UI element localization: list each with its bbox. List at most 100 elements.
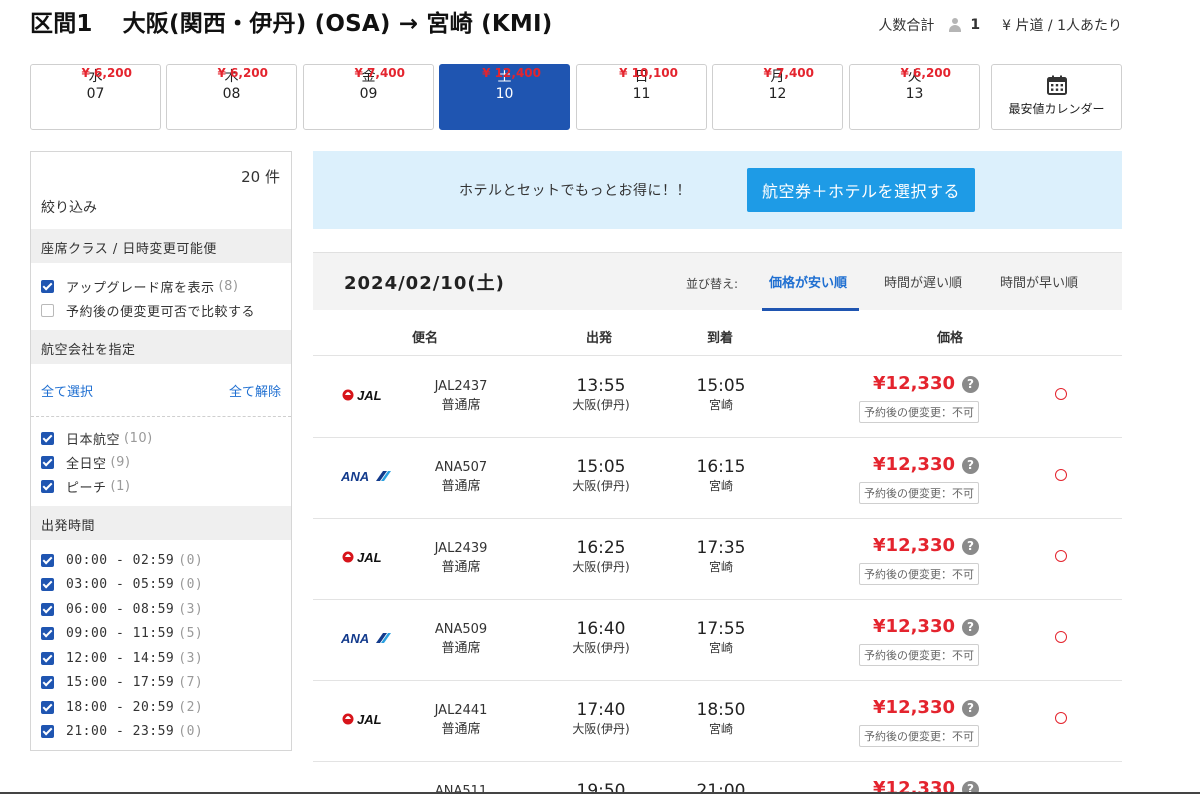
date-tab-price: ¥ 6,200: [81, 66, 132, 80]
checkbox-checked-icon: [41, 725, 54, 738]
checkbox-count: (9): [110, 455, 131, 470]
flight-hotel-button[interactable]: 航空券＋ホテルを選択する: [747, 168, 975, 212]
departure-airport: 大阪(伊丹): [572, 641, 630, 655]
departure-time: 13:55: [576, 376, 626, 396]
flight-row[interactable]: JAL JAL2437 普通席 13:55 大阪(伊丹) 15:05 宮崎 ¥1…: [313, 357, 1122, 438]
checkbox-count: (10): [124, 431, 153, 446]
checkbox-label: 00:00 - 02:59: [66, 553, 175, 568]
time-checkbox-1500[interactable]: 15:00 - 17:59 (7): [41, 675, 203, 690]
cheapest-calendar-button[interactable]: 最安値カレンダー: [991, 64, 1122, 130]
departure-time-section: 出発時間: [31, 506, 291, 540]
route-title: 区間1 大阪(関西・伊丹) (OSA) → 宮崎 (KMI): [30, 4, 552, 38]
change-policy-badge: 予約後の便変更：不可: [859, 563, 979, 585]
arrival-cell: 17:35 宮崎: [673, 537, 769, 575]
flight-row[interactable]: ANA511 19:50 21:00 ¥12,330 ?: [313, 762, 1122, 792]
departure-cell: 16:40 大阪(伊丹): [553, 618, 649, 656]
flight-number-cell: ANA511: [413, 782, 509, 792]
change-policy-badge: 予約後の便変更：不可: [859, 644, 979, 666]
flight-row[interactable]: JAL JAL2439 普通席 16:25 大阪(伊丹) 17:35 宮崎 ¥1…: [313, 519, 1122, 600]
sort-latest-tab[interactable]: 時間が遅い順: [884, 272, 962, 291]
select-all-link[interactable]: 全て選択: [41, 381, 93, 400]
route-arrow: →: [398, 11, 419, 37]
checkbox-unchecked-icon: [41, 304, 54, 317]
flight-number-cell: JAL2441 普通席: [413, 701, 509, 739]
date-tab-price: ¥ 7,400: [763, 66, 814, 80]
airline-checkbox-jal[interactable]: 日本航空 (10): [41, 429, 153, 448]
svg-text:JAL: JAL: [357, 550, 382, 565]
date-tab-11[interactable]: 日 11 ¥ 10,100: [576, 64, 707, 130]
origin: 大阪(関西・伊丹) (OSA): [122, 11, 391, 37]
date-tab-day: 09: [359, 86, 378, 102]
date-tab-08[interactable]: 木 08 ¥ 6,200: [166, 64, 297, 130]
date-tab-price: ¥ 10,100: [619, 66, 678, 80]
date-tab-07[interactable]: 水 07 ¥ 6,200: [30, 64, 161, 130]
time-checkbox-0300[interactable]: 03:00 - 05:59 (0): [41, 577, 203, 592]
calendar-icon: [1046, 75, 1067, 95]
checkbox-count: (2): [178, 700, 204, 715]
result-date: 2024/02/10(土): [344, 273, 505, 294]
help-icon[interactable]: ?: [962, 457, 979, 474]
checkbox-label: 21:00 - 23:59: [66, 724, 175, 739]
airline-checkbox-peach[interactable]: ピーチ (1): [41, 477, 130, 496]
departure-airport: 大阪(伊丹): [572, 479, 630, 493]
date-tab-day: 10: [495, 86, 514, 102]
checkbox-checked-icon: [41, 627, 54, 640]
change-policy-badge: 予約後の便変更：不可: [859, 482, 979, 504]
seat-class: 普通席: [441, 479, 481, 494]
time-checkbox-0900[interactable]: 09:00 - 11:59 (5): [41, 626, 203, 641]
fare-price: ¥12,330: [873, 535, 955, 556]
date-tab-09[interactable]: 金 09 ¥ 7,400: [303, 64, 434, 130]
divider: [31, 416, 291, 417]
date-tab-10[interactable]: 土 10 ¥ 12,400: [439, 64, 570, 130]
help-icon[interactable]: ?: [962, 619, 979, 636]
airline-section: 航空会社を指定: [31, 330, 291, 364]
departure-time: 15:05: [576, 457, 626, 477]
deselect-all-link[interactable]: 全て解除: [229, 381, 281, 400]
pax-count: 1: [970, 17, 981, 33]
upgrade-seat-checkbox[interactable]: アップグレード席を表示 (8): [41, 277, 238, 296]
fare-price: ¥12,330: [873, 373, 955, 394]
compare-change-checkbox[interactable]: 予約後の便変更可否で比較する: [41, 301, 255, 320]
airline-checkbox-ana[interactable]: 全日空 (9): [41, 453, 130, 472]
departure-time: 17:40: [576, 700, 626, 720]
help-icon[interactable]: ?: [962, 376, 979, 393]
jal-logo-icon: JAL: [342, 388, 382, 403]
checkbox-count: (0): [178, 553, 204, 568]
time-checkbox-0000[interactable]: 00:00 - 02:59 (0): [41, 553, 203, 568]
time-checkbox-0600[interactable]: 06:00 - 08:59 (3): [41, 602, 203, 617]
seat-class-section: 座席クラス / 日時変更可能便: [31, 229, 291, 263]
flight-number: JAL2441: [434, 703, 488, 718]
flight-row[interactable]: ANA ANA509 普通席 16:40 大阪(伊丹) 17:55 宮崎 ¥12…: [313, 600, 1122, 681]
checkbox-label: 12:00 - 14:59: [66, 651, 175, 666]
svg-text:JAL: JAL: [357, 388, 382, 403]
departure-airport: 大阪(伊丹): [572, 722, 630, 736]
sort-label: 並び替え:: [686, 277, 739, 291]
date-tab-13[interactable]: 火 13 ¥ 6,200: [849, 64, 980, 130]
fare-note: ¥ 片道 / 1人あたり: [1002, 18, 1122, 34]
sort-cheapest-tab[interactable]: 価格が安い順: [769, 272, 847, 291]
seat-class: 普通席: [441, 641, 481, 656]
time-checkbox-1200[interactable]: 12:00 - 14:59 (3): [41, 651, 203, 666]
flight-row[interactable]: JAL JAL2441 普通席 17:40 大阪(伊丹) 18:50 宮崎 ¥1…: [313, 681, 1122, 762]
help-icon[interactable]: ?: [962, 700, 979, 717]
sort-earliest-tab[interactable]: 時間が早い順: [1000, 272, 1078, 291]
date-tabs: 水 07 ¥ 6,200 木 08 ¥ 6,200 金 09 ¥ 7,400 土…: [30, 64, 1122, 130]
results-header: 2024/02/10(土) 並び替え: 価格が安い順 時間が遅い順 時間が早い順: [313, 252, 1122, 311]
help-icon[interactable]: ?: [962, 781, 979, 792]
flight-row[interactable]: ANA ANA507 普通席 15:05 大阪(伊丹) 16:15 宮崎 ¥12…: [313, 438, 1122, 519]
checkbox-count: (0): [178, 577, 204, 592]
arrival-time: 17:35: [696, 538, 746, 558]
departure-airport: 大阪(伊丹): [572, 398, 630, 412]
time-checkbox-1800[interactable]: 18:00 - 20:59 (2): [41, 700, 203, 715]
date-tab-12[interactable]: 月 12 ¥ 7,400: [712, 64, 843, 130]
jal-logo-icon: JAL: [342, 550, 382, 565]
header: 区間1 大阪(関西・伊丹) (OSA) → 宮崎 (KMI) 人数合計 1 ¥ 片…: [30, 4, 1122, 38]
departure-cell: 16:25 大阪(伊丹): [553, 537, 649, 575]
svg-text:JAL: JAL: [357, 712, 382, 727]
arrival-airport: 宮崎: [708, 398, 733, 412]
flight-number: ANA509: [434, 622, 488, 637]
date-tab-day: 08: [222, 86, 241, 102]
help-icon[interactable]: ?: [962, 538, 979, 555]
time-checkbox-2100[interactable]: 21:00 - 23:59 (0): [41, 724, 203, 739]
seat-class: 普通席: [441, 398, 481, 413]
